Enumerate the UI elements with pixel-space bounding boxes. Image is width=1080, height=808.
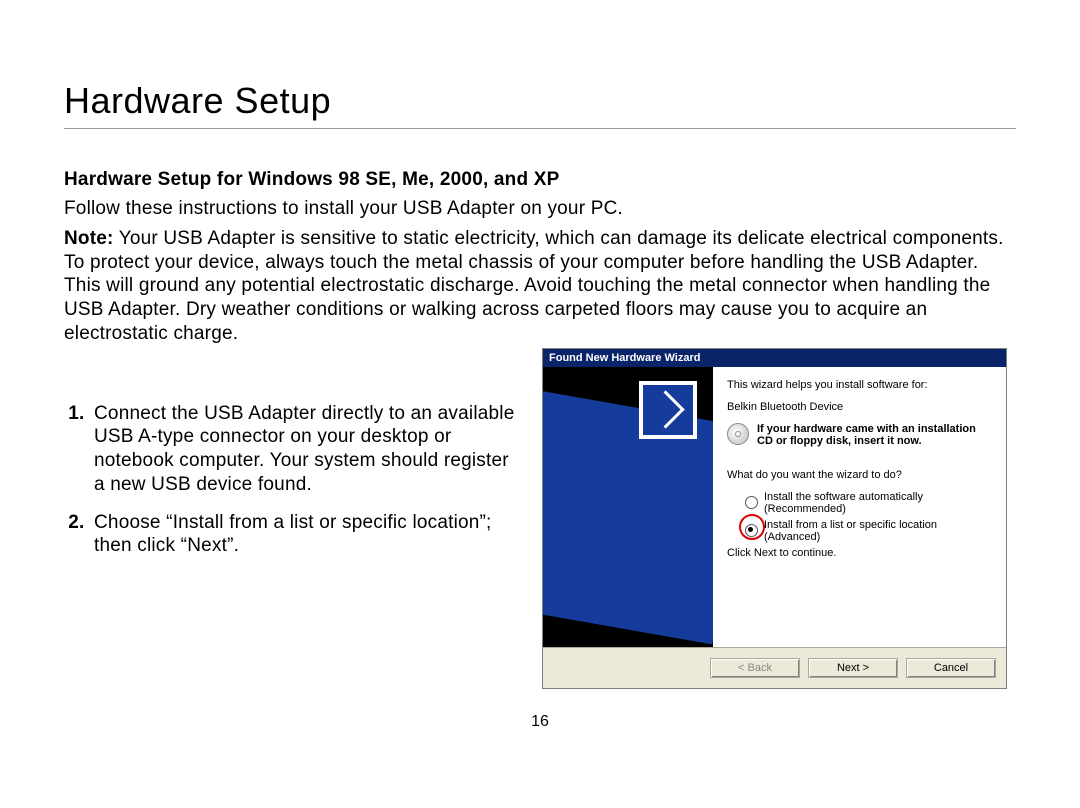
radio-auto-label: Install the software automatically (Reco… (764, 491, 992, 515)
section-subhead: Hardware Setup for Windows 98 SE, Me, 20… (64, 169, 1016, 191)
radio-install-list[interactable]: Install from a list or specific location… (745, 519, 992, 543)
wizard-titlebar: Found New Hardware Wizard (543, 349, 1006, 367)
cd-icon (727, 423, 749, 445)
page-number: 16 (64, 713, 1016, 731)
note-label: Note: (64, 228, 114, 249)
wizard-intro-line: This wizard helps you install software f… (727, 379, 992, 391)
step-2: Choose “Install from a list or specific … (90, 511, 524, 559)
wizard-footer: < Back Next > Cancel (543, 647, 1006, 688)
found-new-hardware-wizard: Found New Hardware Wizard This wizard he… (542, 348, 1007, 689)
two-column-area: Connect the USB Adapter directly to an a… (64, 346, 1016, 689)
page-title: Hardware Setup (64, 80, 1016, 122)
wizard-body: This wizard helps you install software f… (543, 367, 1006, 647)
steps-list: Connect the USB Adapter directly to an a… (64, 402, 524, 559)
step-1: Connect the USB Adapter directly to an a… (90, 402, 524, 497)
wizard-continue-line: Click Next to continue. (727, 547, 992, 559)
wizard-cd-text: If your hardware came with an installati… (757, 423, 992, 447)
title-rule (64, 128, 1016, 129)
wizard-content: This wizard helps you install software f… (713, 367, 1006, 647)
intro-text: Follow these instructions to install you… (64, 197, 1016, 221)
wizard-question: What do you want the wizard to do? (727, 469, 992, 481)
steps-column: Connect the USB Adapter directly to an a… (64, 346, 524, 573)
radio-icon (745, 524, 758, 537)
next-button[interactable]: Next > (808, 658, 898, 678)
wizard-cd-hint: If your hardware came with an installati… (727, 423, 992, 447)
note-paragraph: Note: Your USB Adapter is sensitive to s… (64, 227, 1016, 346)
radio-icon (745, 496, 758, 509)
wizard-sidebar-graphic (543, 367, 713, 647)
wizard-sidebar-icon (639, 381, 697, 439)
wizard-radio-group: Install the software automatically (Reco… (745, 491, 992, 543)
radio-install-auto[interactable]: Install the software automatically (Reco… (745, 491, 992, 515)
manual-page: Hardware Setup Hardware Setup for Window… (0, 0, 1080, 731)
back-button[interactable]: < Back (710, 658, 800, 678)
radio-list-label: Install from a list or specific location… (764, 519, 992, 543)
cancel-button[interactable]: Cancel (906, 658, 996, 678)
wizard-device-name: Belkin Bluetooth Device (727, 401, 992, 413)
note-body: Your USB Adapter is sensitive to static … (64, 228, 1004, 344)
